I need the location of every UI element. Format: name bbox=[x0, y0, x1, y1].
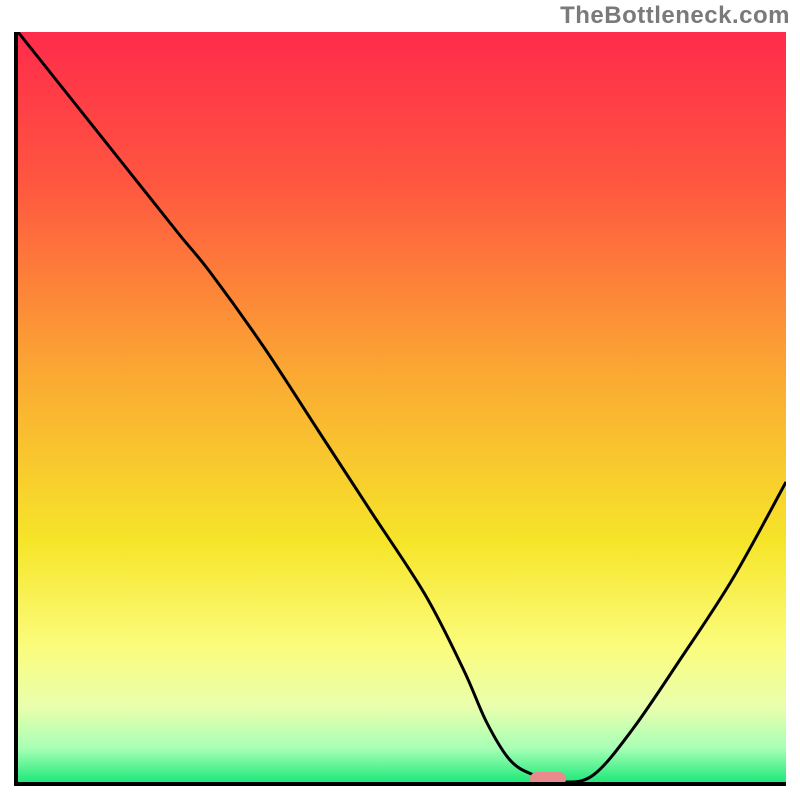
axes-frame bbox=[14, 32, 786, 786]
chart-container: TheBottleneck.com bbox=[0, 0, 800, 800]
watermark-text: TheBottleneck.com bbox=[560, 2, 790, 30]
